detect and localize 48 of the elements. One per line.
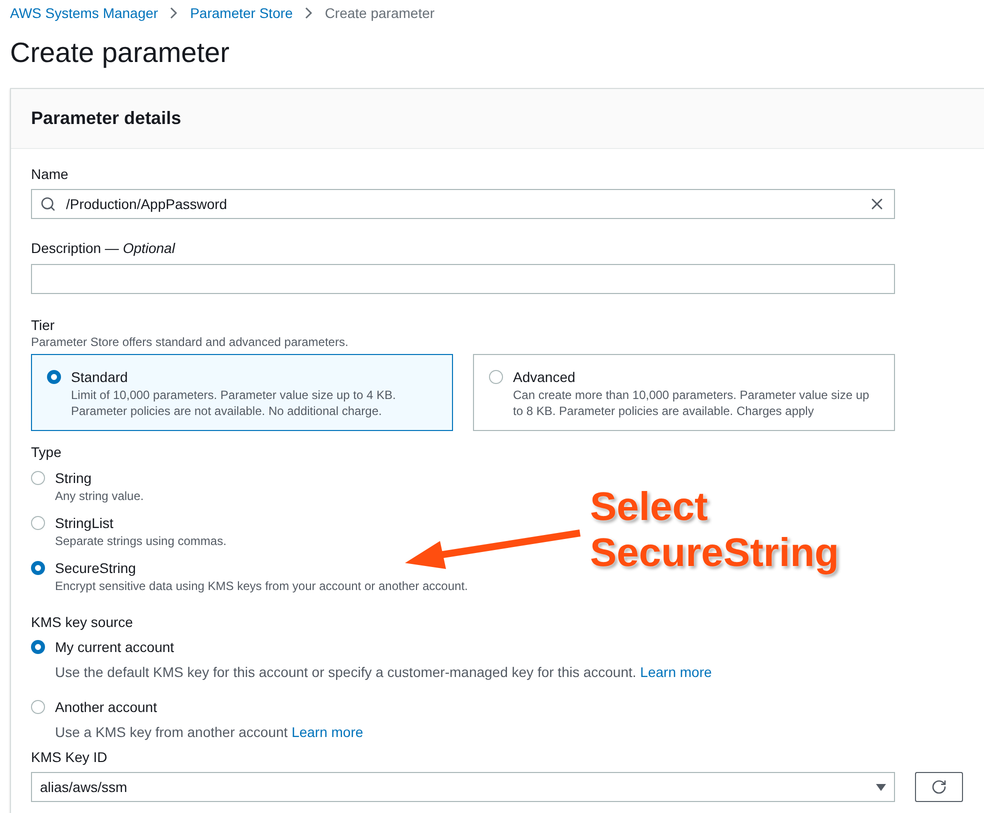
option-description: Limit of 10,000 parameters. Parameter value size up to 4 KB. Parameter policies are not available. No additional charge. [71,387,397,419]
field-label: Type [31,443,62,461]
option-label: Standard [71,368,129,387]
caret-down-icon [876,784,886,790]
field-label: Description — Optional [31,239,176,257]
field-label: Tier [31,316,56,334]
option-description: Separate strings using commas. [55,533,226,549]
radio-button[interactable] [47,370,61,384]
option-description: Encrypt sensitive data using KMS keys from your account or another account. [55,578,468,594]
chevron-right-icon [304,7,313,19]
learn-more-link[interactable]: Learn more [292,724,364,740]
learn-more-link[interactable]: Learn more [640,664,712,680]
description-input[interactable] [31,264,895,294]
option-description: Use the default KMS key for this account or specify a customer-managed key for this account. Learn more [55,663,712,682]
refresh-icon [931,779,947,795]
radio-button[interactable] [31,561,45,575]
tier-card[interactable]: Standard Limit of 10,000 parameters. Parameter value size up to 4 KB. Parameter policies are not available. No additional charge. [31,354,453,431]
annotation-text: Select [590,484,709,530]
radio-button[interactable] [31,700,45,714]
option-label: Advanced [513,368,576,387]
option-description: Any string value. [55,488,144,504]
kms-key-select[interactable]: alias/aws/ssm [31,772,895,802]
option-label: SecureString [55,559,137,578]
option-label: StringList [55,514,114,533]
field-label: Name [31,165,70,183]
breadcrumb-link[interactable]: Parameter Store [190,2,293,24]
radio-button[interactable] [31,640,45,654]
option-description: Use a KMS key from another account Learn more [55,723,364,742]
annotation-text: SecureString [590,530,839,576]
refresh-button[interactable] [915,772,963,802]
panel-title: Parameter details [31,107,182,130]
breadcrumb-current: Create parameter [324,4,435,23]
page-title: Create parameter [9,36,230,70]
field-label: KMS Key ID [31,748,108,766]
option-description: Can create more than 10,000 parameters. Parameter value size up to 8 KB. Parameter policies are available. Charges apply [513,387,870,419]
radio-button[interactable] [31,516,45,530]
breadcrumb-link[interactable]: AWS Systems Manager [10,2,158,24]
radio-button[interactable] [31,471,45,485]
field-label: KMS key source [31,613,134,631]
tier-card[interactable]: Advanced Can create more than 10,000 parameters. Parameter value size up to 8 KB. Parameter policies are available. Charges apply [473,354,895,431]
name-input[interactable]: /Production/AppPassword [31,189,895,219]
field-hint: Parameter Store offers standard and advanced parameters. [31,334,350,350]
option-label: String [55,469,93,488]
search-icon [40,196,56,212]
option-label: My current account [55,638,176,657]
chevron-right-icon [170,7,178,19]
option-label: Another account [55,698,158,717]
radio-button[interactable] [489,370,503,384]
